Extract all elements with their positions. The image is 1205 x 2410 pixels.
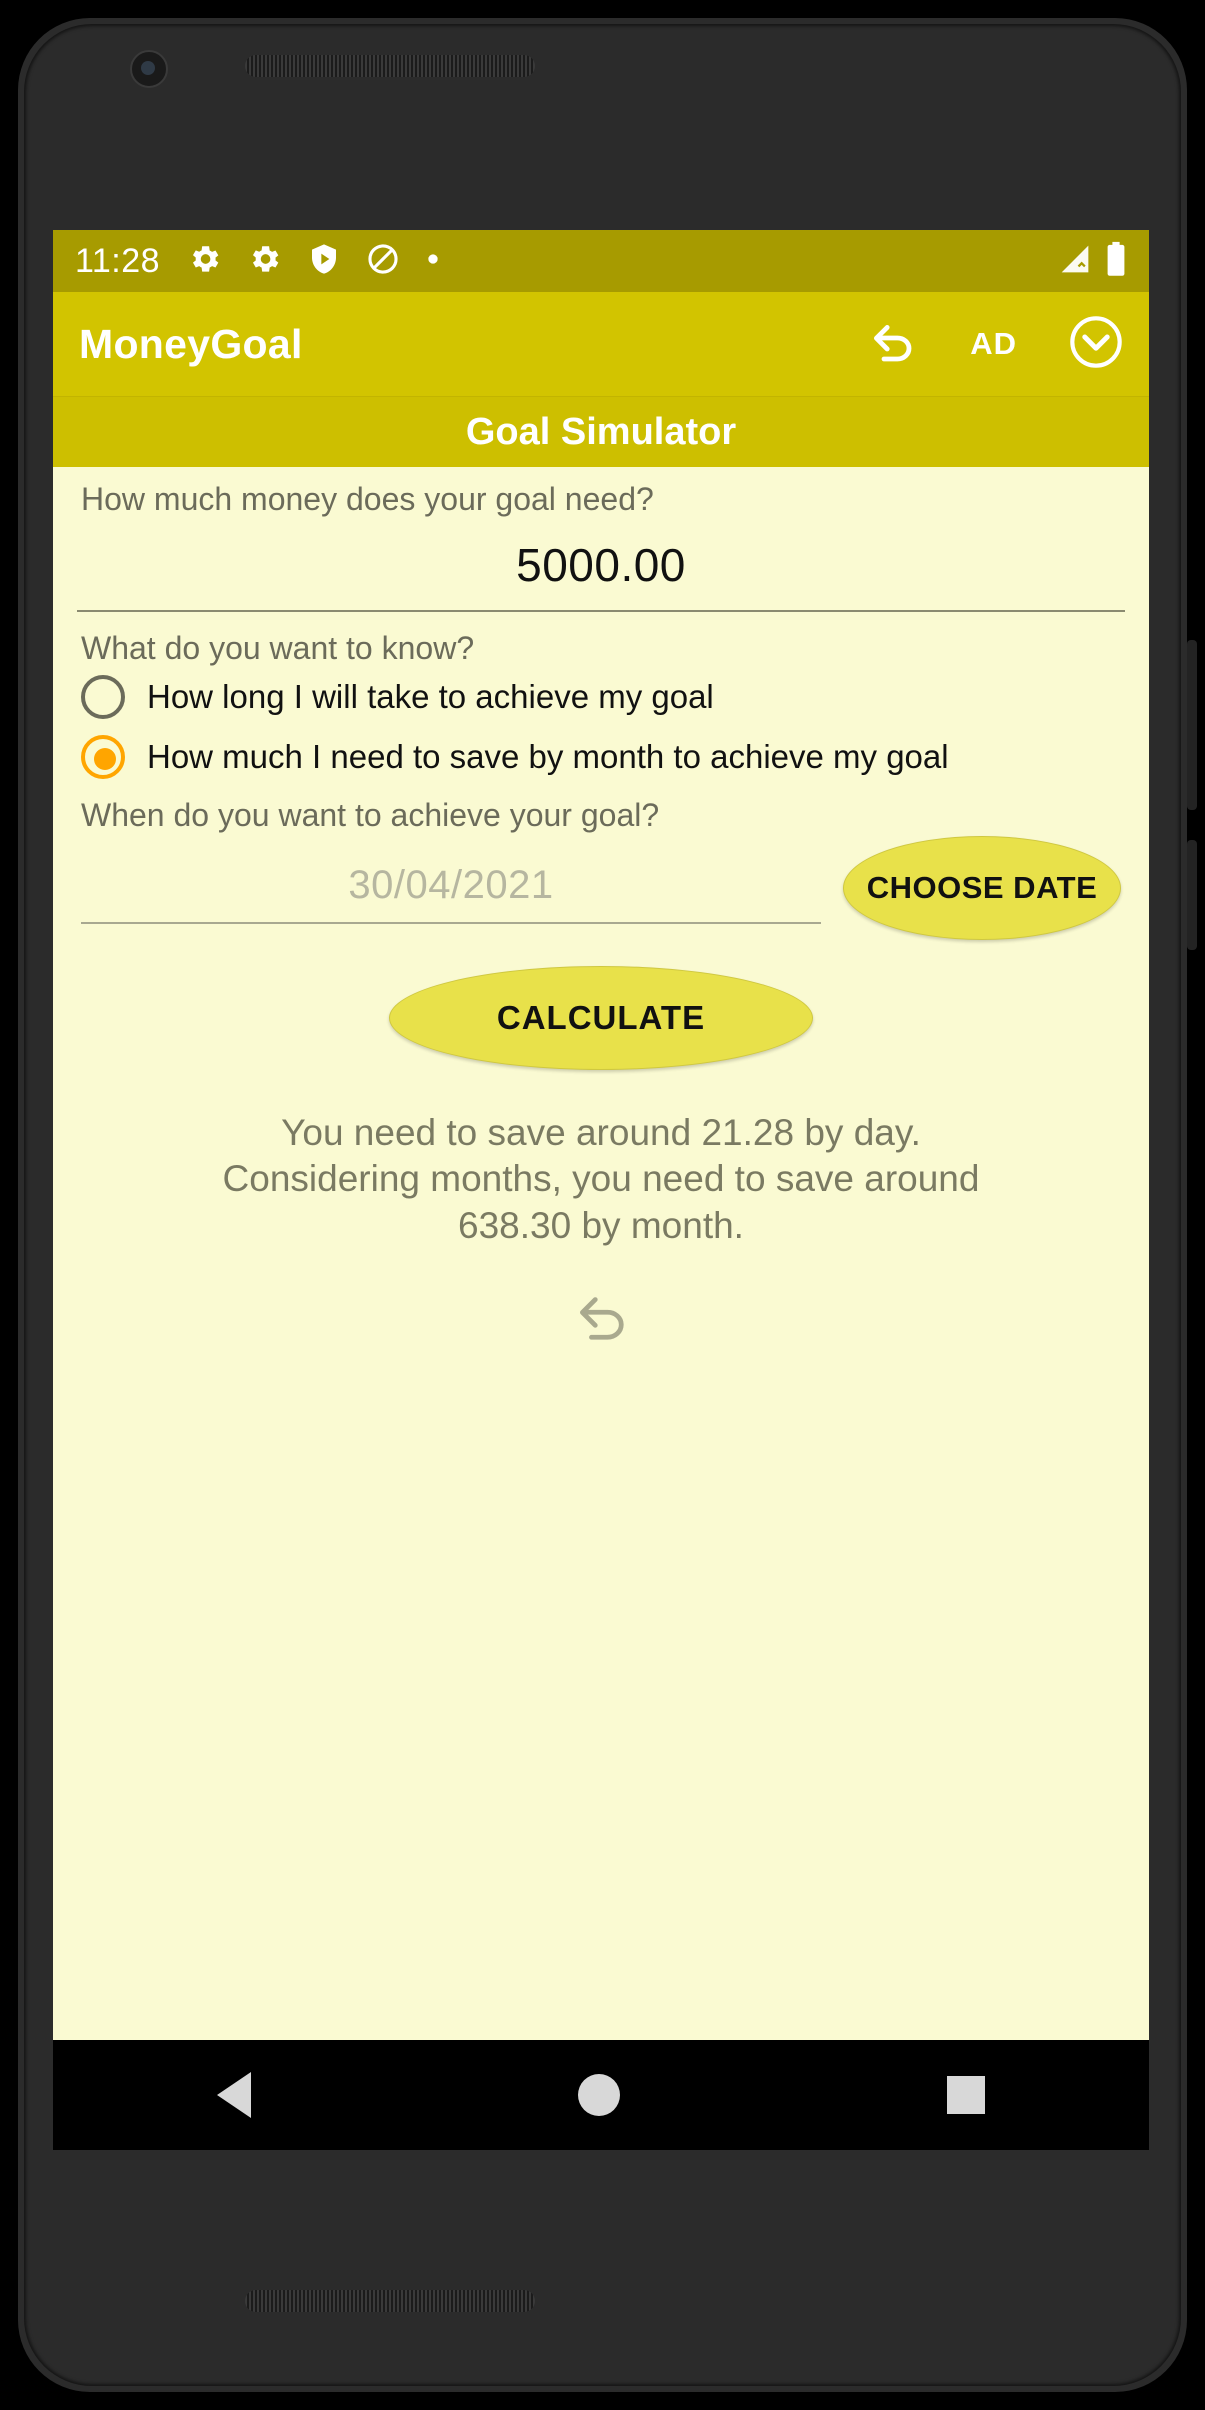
ad-button[interactable]: AD [970, 326, 1017, 362]
app-title: MoneyGoal [79, 320, 303, 367]
amount-question-label: How much money does your goal need? [81, 481, 654, 517]
app-bar-actions: AD [866, 315, 1123, 374]
date-row: 30/04/2021 CHOOSE DATE [67, 834, 1135, 940]
shield-play-icon [308, 242, 340, 281]
status-bar: 11:28 [53, 230, 1149, 292]
radio-how-long-indicator[interactable] [81, 675, 125, 719]
calculate-button-wrapper: CALCULATE [67, 940, 1135, 1076]
date-input[interactable]: 30/04/2021 [81, 863, 821, 908]
result-reset-wrapper [67, 1249, 1135, 1350]
date-question-label: When do you want to achieve your goal? [81, 797, 660, 833]
result-text: You need to save around 21.28 by day. Co… [67, 1076, 1135, 1249]
power-button[interactable] [1187, 840, 1197, 950]
status-bar-notification-icons [188, 242, 440, 281]
chevron-down-circle-icon[interactable] [1069, 315, 1123, 374]
nav-recents-button[interactable] [947, 2076, 986, 2114]
circle-slash-icon [366, 242, 400, 281]
know-question-label: What do you want to know? [81, 630, 475, 666]
phone-frame: 11:28 MoneyGoal AD Goal Simulator How mu… [0, 0, 1205, 2410]
date-field-wrapper[interactable]: 30/04/2021 [81, 853, 821, 924]
undo-arrow-icon[interactable] [570, 1289, 632, 1350]
status-bar-system-icons [1059, 241, 1127, 282]
phone-screen: 11:28 MoneyGoal AD Goal Simulator How mu… [53, 230, 1149, 2150]
dot-icon [426, 252, 440, 271]
gear-icon [188, 242, 222, 281]
result-line-2: Considering months, you need to save aro… [222, 1158, 980, 1200]
screen-subtitle-bar: Goal Simulator [53, 396, 1149, 467]
undo-arrow-icon[interactable] [866, 319, 918, 370]
gear-icon [248, 242, 282, 281]
nav-back-button[interactable] [216, 2072, 251, 2118]
earpiece-speaker [245, 55, 535, 77]
radio-option-how-long[interactable]: How long I will take to achieve my goal [67, 667, 1135, 727]
radio-how-much-label: How much I need to save by month to achi… [147, 738, 949, 775]
radio-how-much-indicator[interactable] [81, 735, 125, 779]
radio-how-long-label: How long I will take to achieve my goal [147, 678, 714, 715]
front-camera [130, 50, 168, 88]
signal-icon [1059, 243, 1091, 280]
nav-home-button[interactable] [577, 2074, 620, 2116]
form-content: How much money does your goal need? 5000… [53, 467, 1149, 1350]
screen-subtitle: Goal Simulator [465, 410, 737, 453]
app-bar: MoneyGoal AD [53, 292, 1149, 396]
radio-option-how-much[interactable]: How much I need to save by month to achi… [67, 727, 1135, 787]
amount-field-wrapper[interactable]: 5000.00 [77, 518, 1125, 612]
calculate-button[interactable]: CALCULATE [389, 966, 813, 1070]
choose-date-button[interactable]: CHOOSE DATE [843, 836, 1121, 940]
battery-icon [1105, 241, 1127, 282]
result-line-3: 638.30 by month. [458, 1204, 744, 1246]
android-navigation-bar [53, 2040, 1149, 2150]
amount-input[interactable]: 5000.00 [93, 524, 1109, 600]
status-bar-clock: 11:28 [75, 241, 161, 280]
volume-button[interactable] [1187, 640, 1197, 810]
bottom-speaker [245, 2290, 535, 2312]
result-line-1: You need to save around 21.28 by day. [281, 1112, 921, 1153]
